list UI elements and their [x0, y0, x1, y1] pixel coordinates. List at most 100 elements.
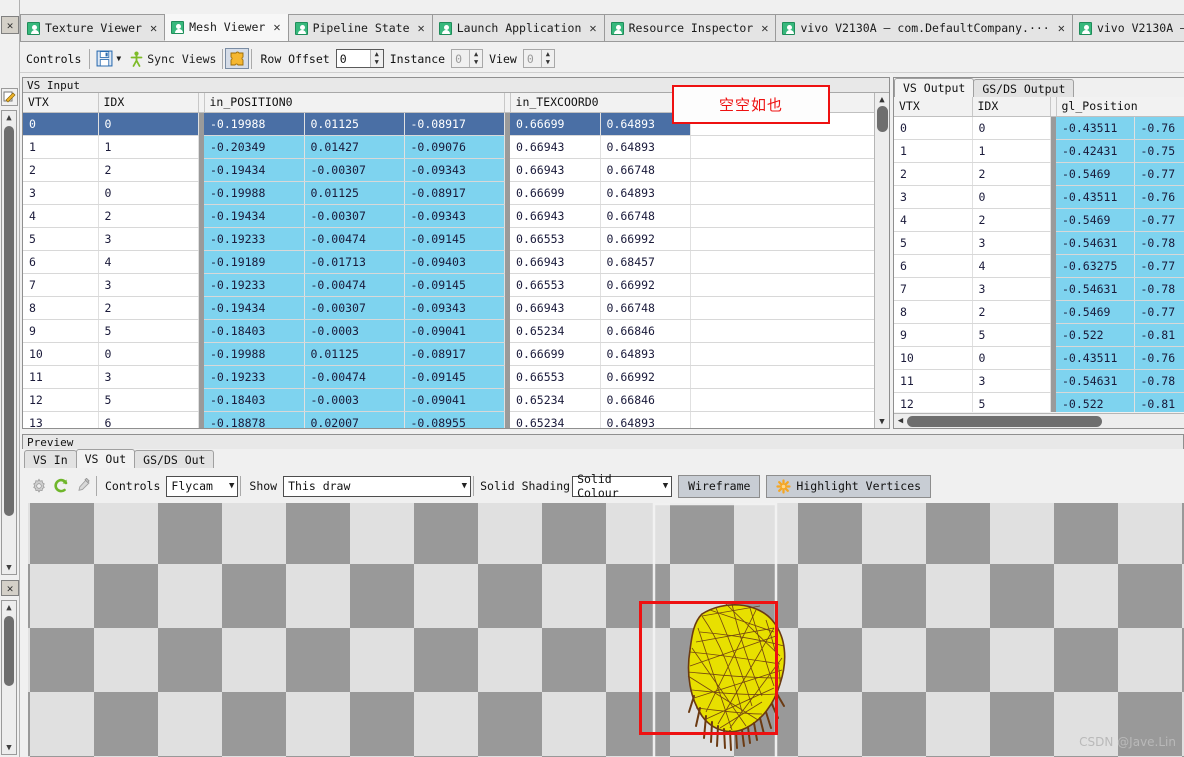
- camera-controls-select[interactable]: Flycam ▼: [166, 475, 239, 497]
- instance-input[interactable]: [452, 50, 470, 67]
- col-in-texcoord0[interactable]: in_TEXCOORD0: [510, 93, 691, 113]
- instance-stepper[interactable]: ▲▼: [451, 49, 484, 68]
- col-vtx[interactable]: VTX: [23, 93, 99, 113]
- close-icon[interactable]: ✕: [761, 21, 768, 35]
- vs-input-table-wrap[interactable]: VTX IDX in_POSITION0 in_TEXCOORD0 0 0 -0.1…: [23, 93, 874, 428]
- row-offset-stepper[interactable]: ▲▼: [335, 49, 384, 68]
- gutter-scrollbar-top[interactable]: ▲ ▼: [1, 110, 17, 575]
- close-icon[interactable]: ✕: [150, 21, 157, 35]
- col-idx[interactable]: IDX: [972, 97, 1051, 117]
- col-in-position0[interactable]: in_POSITION0: [204, 93, 505, 113]
- gear-button[interactable]: [28, 475, 50, 497]
- row-offset-input[interactable]: [336, 50, 370, 67]
- chevron-down-icon[interactable]: ▼: [229, 481, 234, 491]
- table-row[interactable]: 3 0 -0.19988 0.01125 -0.08917 0.66699 0.64893: [23, 181, 874, 205]
- close-icon[interactable]: ✕: [418, 21, 425, 35]
- scroll-down-arrow[interactable]: ▼: [875, 415, 889, 428]
- close-icon[interactable]: ✕: [273, 20, 280, 34]
- view-input[interactable]: [523, 50, 541, 67]
- table-row[interactable]: 6 4 -0.19189 -0.01713 -0.09403 0.66943 0.68457: [23, 250, 874, 274]
- reset-camera-button[interactable]: [50, 475, 72, 497]
- mesh-preview-canvas[interactable]: CSDN @Jave.Lin: [28, 503, 1184, 757]
- view-stepper[interactable]: ▲▼: [522, 49, 555, 68]
- scroll-up-arrow-2[interactable]: ▲: [2, 601, 16, 614]
- vs-input-vscrollbar[interactable]: ▲ ▼: [874, 93, 889, 428]
- tab-gs-ds-out[interactable]: GS/DS Out: [134, 450, 215, 468]
- show-select[interactable]: This draw ▼: [283, 475, 472, 497]
- row-offset-arrows[interactable]: ▲ ▼: [369, 50, 383, 67]
- table-row[interactable]: 5 3 -0.54631 -0.78: [894, 231, 1184, 255]
- table-row[interactable]: 4 2 -0.5469 -0.77: [894, 208, 1184, 232]
- scroll-down-arrow-2[interactable]: ▼: [2, 741, 16, 754]
- table-row[interactable]: 7 3 -0.19233 -0.00474 -0.09145 0.66553 0.66992: [23, 273, 874, 297]
- table-row[interactable]: 2 2 -0.5469 -0.77: [894, 162, 1184, 186]
- instance-arrows[interactable]: ▲ ▼: [469, 50, 483, 67]
- tab-capture-2[interactable]: vivo V2130A — com.DefaultCom: [1071, 14, 1184, 41]
- view-arrows[interactable]: ▲ ▼: [540, 50, 554, 67]
- tab-vs-output[interactable]: VS Output: [894, 78, 975, 97]
- tab-vs-out[interactable]: VS Out: [75, 449, 136, 468]
- table-row[interactable]: 6 4 -0.63275 -0.77: [894, 254, 1184, 278]
- chevron-down-icon[interactable]: ▼: [116, 54, 121, 63]
- solid-shading-select[interactable]: Solid Colour ▼: [572, 472, 673, 500]
- vs-output-hscrollbar[interactable]: ◀: [894, 413, 1184, 428]
- sync-views-button[interactable]: Sync Views: [125, 48, 221, 69]
- close-icon[interactable]: ✕: [589, 21, 596, 35]
- tab-vs-in[interactable]: VS In: [24, 450, 77, 468]
- scroll-track-h[interactable]: [907, 414, 1184, 428]
- tab-texture-viewer[interactable]: Texture Viewer ✕: [20, 14, 166, 41]
- scroll-track[interactable]: [875, 106, 889, 415]
- table-row[interactable]: 10 0 -0.19988 0.01125 -0.08917 0.66699 0.64893: [23, 342, 874, 366]
- chevron-down-icon[interactable]: ▼: [663, 481, 668, 491]
- table-row[interactable]: 0 0 -0.43511 -0.76: [894, 116, 1184, 140]
- table-row[interactable]: 2 2 -0.19434 -0.00307 -0.09343 0.66943 0.66748: [23, 158, 874, 182]
- wireframe-button[interactable]: Wireframe: [678, 474, 761, 498]
- table-row[interactable]: 3 0 -0.43511 -0.76: [894, 185, 1184, 209]
- table-row[interactable]: 9 5 -0.18403 -0.0003 -0.09041 0.65234 0.66846: [23, 319, 874, 343]
- table-row[interactable]: 4 2 -0.19434 -0.00307 -0.09343 0.66943 0.66748: [23, 204, 874, 228]
- scroll-thumb-h[interactable]: [907, 416, 1102, 427]
- tab-capture-1[interactable]: vivo V2130A — com.DefaultCompany.··· ✕: [775, 14, 1073, 41]
- table-row[interactable]: 11 3 -0.19233 -0.00474 -0.09145 0.66553 0.6699…: [23, 365, 874, 389]
- table-row[interactable]: 11 3 -0.54631 -0.78: [894, 369, 1184, 393]
- gutter-close-button[interactable]: ✕: [1, 16, 19, 34]
- scroll-thumb-2[interactable]: [4, 616, 14, 686]
- table-row[interactable]: 8 2 -0.5469 -0.77: [894, 300, 1184, 324]
- tab-launch-application[interactable]: Launch Application ✕: [431, 14, 605, 41]
- tab-gs-ds-output[interactable]: GS/DS Output: [973, 79, 1075, 97]
- edit-pencil-icon[interactable]: [1, 88, 18, 106]
- table-row[interactable]: 12 5 -0.522 -0.81: [894, 392, 1184, 412]
- table-row[interactable]: 1 1 -0.42431 -0.75: [894, 139, 1184, 163]
- cell-idx: 0: [972, 116, 1051, 140]
- tab-resource-inspector[interactable]: Resource Inspector ✕: [603, 14, 777, 41]
- chevron-down-icon[interactable]: ▼: [462, 481, 467, 491]
- table-row[interactable]: 12 5 -0.18403 -0.0003 -0.09041 0.65234 0.66846: [23, 388, 874, 412]
- col-idx[interactable]: IDX: [98, 93, 199, 113]
- table-row[interactable]: 10 0 -0.43511 -0.76: [894, 346, 1184, 370]
- table-row[interactable]: 9 5 -0.522 -0.81: [894, 323, 1184, 347]
- scroll-down-arrow[interactable]: ▼: [2, 561, 16, 574]
- highlight-vertices-button[interactable]: Highlight Vertices: [766, 474, 932, 498]
- scroll-thumb[interactable]: [877, 106, 888, 132]
- vs-output-table-wrap[interactable]: VTX IDX gl_Position 0 0 -0.43511 -0.76 1 1 -0.…: [894, 97, 1184, 412]
- scroll-up-arrow[interactable]: ▲: [2, 111, 16, 124]
- tab-mesh-viewer[interactable]: Mesh Viewer ✕: [164, 14, 289, 41]
- tab-pipeline-state[interactable]: Pipeline State ✕: [287, 14, 433, 41]
- scroll-up-arrow[interactable]: ▲: [875, 93, 889, 106]
- table-row[interactable]: 7 3 -0.54631 -0.78: [894, 277, 1184, 301]
- scroll-thumb[interactable]: [4, 126, 14, 516]
- pick-vertex-button[interactable]: [72, 475, 94, 497]
- mesh-config-button[interactable]: [225, 48, 250, 69]
- scroll-left-arrow[interactable]: ◀: [894, 416, 907, 426]
- save-button[interactable]: ▼: [92, 48, 126, 69]
- gutter-scrollbar-bottom[interactable]: ▲ ▼: [1, 600, 17, 755]
- gutter-close-button-2[interactable]: ✕: [1, 580, 19, 596]
- cell-texcoord-0: 0.66943: [510, 250, 601, 274]
- col-gl-position[interactable]: gl_Position: [1056, 97, 1184, 117]
- table-row[interactable]: 8 2 -0.19434 -0.00307 -0.09343 0.66943 0.66748: [23, 296, 874, 320]
- col-vtx[interactable]: VTX: [894, 97, 973, 117]
- close-icon[interactable]: ✕: [1058, 21, 1065, 35]
- table-row[interactable]: 5 3 -0.19233 -0.00474 -0.09145 0.66553 0.66992: [23, 227, 874, 251]
- table-row[interactable]: 1 1 -0.20349 0.01427 -0.09076 0.66943 0.64893: [23, 135, 874, 159]
- table-row[interactable]: 13 6 -0.18878 0.02007 -0.08955 0.65234 0.64893: [23, 411, 874, 428]
